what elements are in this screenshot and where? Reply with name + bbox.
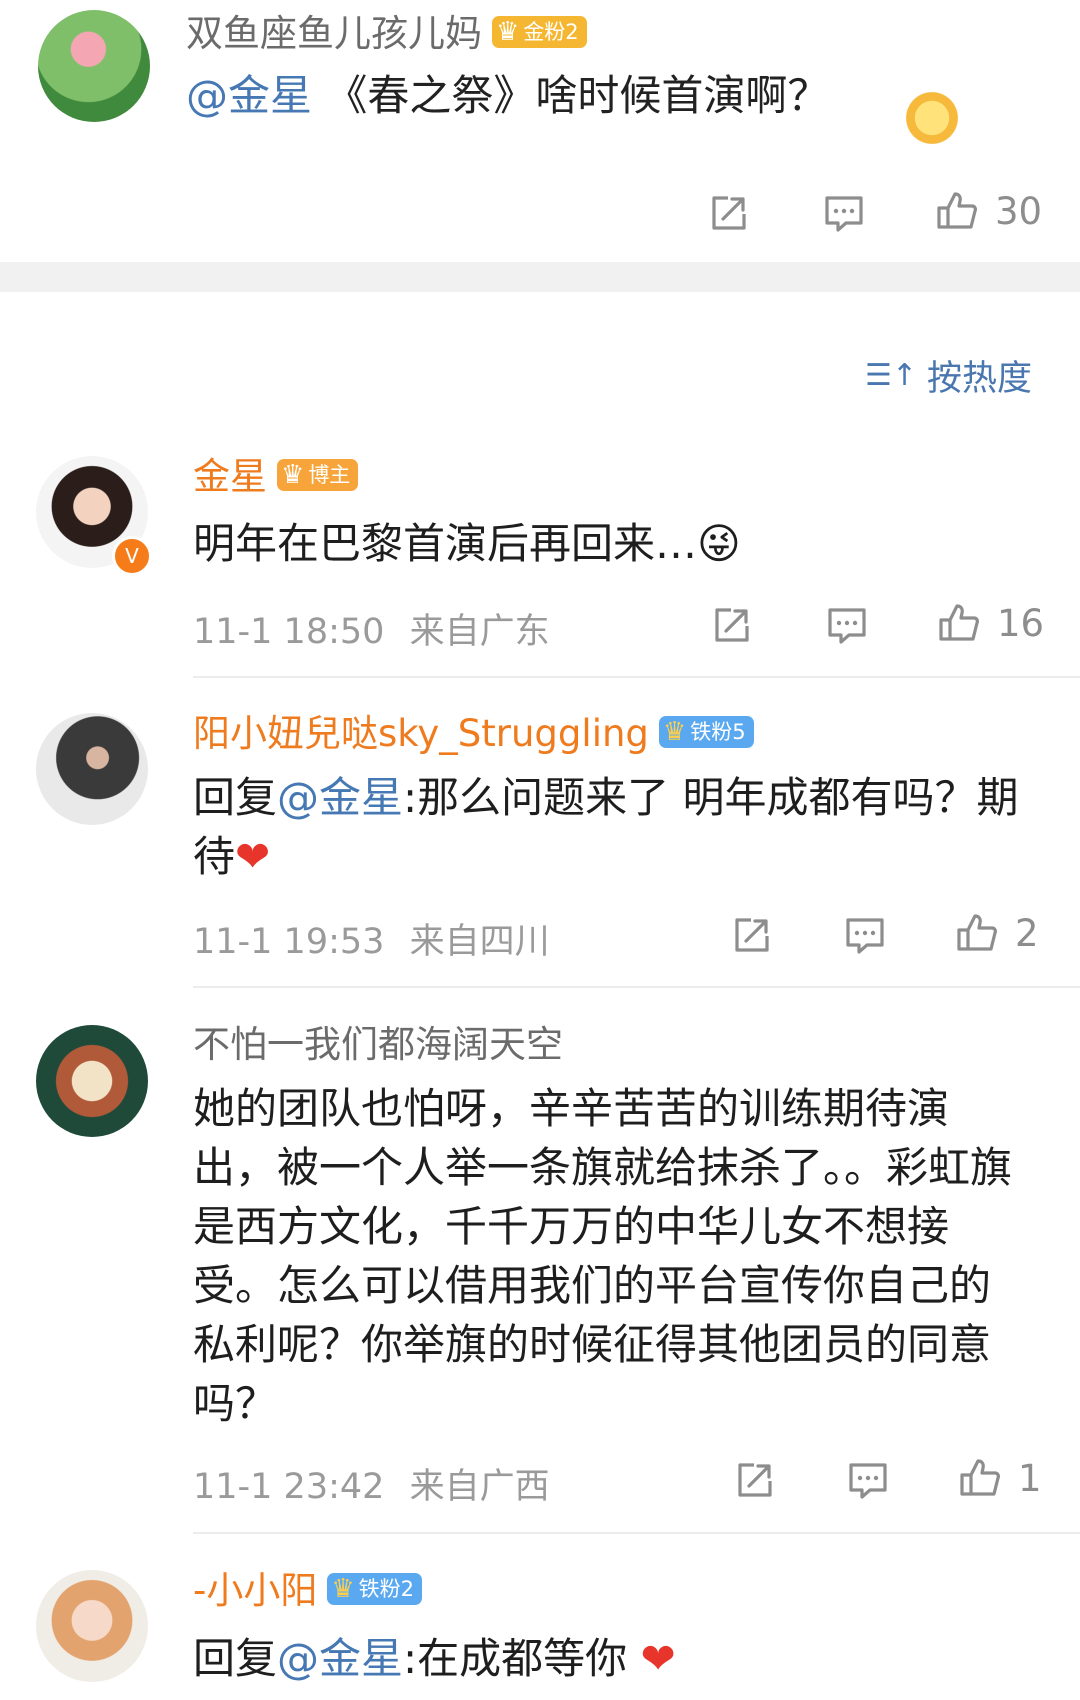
comment-button[interactable] (843, 913, 887, 957)
sort-label: 按热度 (926, 359, 1032, 399)
avatar[interactable] (36, 713, 148, 825)
commenter-name[interactable]: 金星 ♛ 博主 (193, 455, 359, 499)
comment-time: 11-1 18:50 (193, 612, 385, 652)
reply-prefix: 回复 (193, 773, 278, 822)
comment-meta: 11-1 18:50 来自广东 (193, 603, 550, 654)
commenter-name[interactable]: -小小阳 ♛ 铁粉2 (193, 1569, 423, 1613)
verified-icon: V (112, 536, 152, 576)
comment-text: 明年在巴黎首演后再回来…😜 (193, 519, 741, 568)
post-author-name[interactable]: 双鱼座鱼儿孩儿妈 (186, 12, 482, 55)
repost-icon (733, 1458, 777, 1502)
decorative-star-icon (902, 88, 962, 148)
repost-icon (730, 913, 774, 957)
like-count: 16 (997, 601, 1045, 645)
comment-text: 她的团队也怕呀，辛辛苦苦的训练期待演出，被一个人举一条旗就给抹杀了。。彩虹旗是西… (193, 1084, 1013, 1428)
repost-icon (707, 191, 751, 235)
comment-time: 11-1 23:42 (193, 1467, 385, 1507)
repost-button[interactable] (733, 1458, 777, 1502)
mention-link[interactable]: @金星 (277, 773, 403, 822)
like-button[interactable]: 16 (937, 601, 1044, 645)
crown-icon: ♛ (662, 716, 687, 747)
repost-button[interactable] (707, 191, 751, 235)
mention-link[interactable]: @金星 (186, 71, 312, 120)
sort-icon: ☰↑ (864, 358, 917, 393)
section-separator (0, 262, 1080, 292)
heart-icon: ❤ (235, 832, 271, 881)
comment-time: 11-1 19:53 (193, 922, 385, 962)
like-button[interactable]: 2 (955, 911, 1039, 955)
reply-prefix: 回复 (193, 1634, 278, 1683)
comment-text: 回复@金星:那么问题来了 明年成都有吗？期待❤ (193, 773, 1019, 881)
comment-button[interactable] (822, 191, 866, 235)
comment-button[interactable] (825, 603, 869, 647)
like-icon (958, 1456, 1002, 1500)
fan-badge[interactable]: ♛ 金粉2 (492, 15, 587, 48)
avatar[interactable] (38, 10, 150, 122)
comment-icon (825, 603, 869, 647)
like-count: 2 (1015, 911, 1039, 955)
author-badge: ♛ 博主 (277, 458, 359, 491)
sort-by-hot-button[interactable]: ☰↑ 按热度 (865, 350, 1032, 401)
comment-meta: 11-1 19:53 来自四川 (193, 913, 550, 964)
like-icon (935, 189, 979, 233)
like-button[interactable]: 1 (958, 1456, 1042, 1500)
like-count: 30 (995, 189, 1043, 233)
comment-text: 回复@金星:在成都等你 ❤ (193, 1634, 676, 1683)
crown-icon: ♛ (281, 459, 305, 490)
repost-icon (710, 603, 754, 647)
emoji-icon: 😜 (697, 519, 741, 568)
commenter-name[interactable]: 阳小妞兒哒sky_Struggling ♛ 铁粉5 (193, 712, 754, 756)
comment-button[interactable] (846, 1458, 890, 1502)
divider (193, 676, 1080, 678)
comment-location: 来自四川 (409, 922, 550, 962)
divider (193, 1532, 1080, 1534)
repost-button[interactable] (710, 603, 754, 647)
like-button[interactable]: 30 (935, 189, 1042, 233)
comment-icon (822, 191, 866, 235)
like-icon (937, 601, 981, 645)
comment-location: 来自广西 (409, 1467, 550, 1507)
avatar[interactable] (36, 1570, 148, 1682)
comment-meta: 11-1 23:42 来自广西 (193, 1458, 550, 1509)
divider (193, 986, 1080, 988)
comment-icon (846, 1458, 890, 1502)
fan-badge[interactable]: ♛ 铁粉2 (327, 1572, 423, 1605)
post-author[interactable]: 双鱼座鱼儿孩儿妈 ♛ 金粉2 (186, 12, 587, 56)
repost-button[interactable] (730, 913, 774, 957)
post-text: @金星 《春之祭》啥时候首演啊？ (186, 71, 830, 120)
crown-icon: ♛ (331, 1573, 355, 1604)
avatar[interactable] (36, 1025, 148, 1137)
mention-link[interactable]: @金星 (277, 1634, 403, 1683)
heart-icon: ❤ (640, 1634, 676, 1683)
fan-badge[interactable]: ♛ 铁粉5 (658, 715, 754, 748)
commenter-name[interactable]: 不怕一我们都海阔天空 (193, 1023, 563, 1067)
like-count: 1 (1018, 1456, 1042, 1500)
like-icon (955, 911, 999, 955)
comment-location: 来自广东 (409, 612, 550, 652)
comment-icon (843, 913, 887, 957)
crown-icon: ♛ (496, 16, 520, 47)
